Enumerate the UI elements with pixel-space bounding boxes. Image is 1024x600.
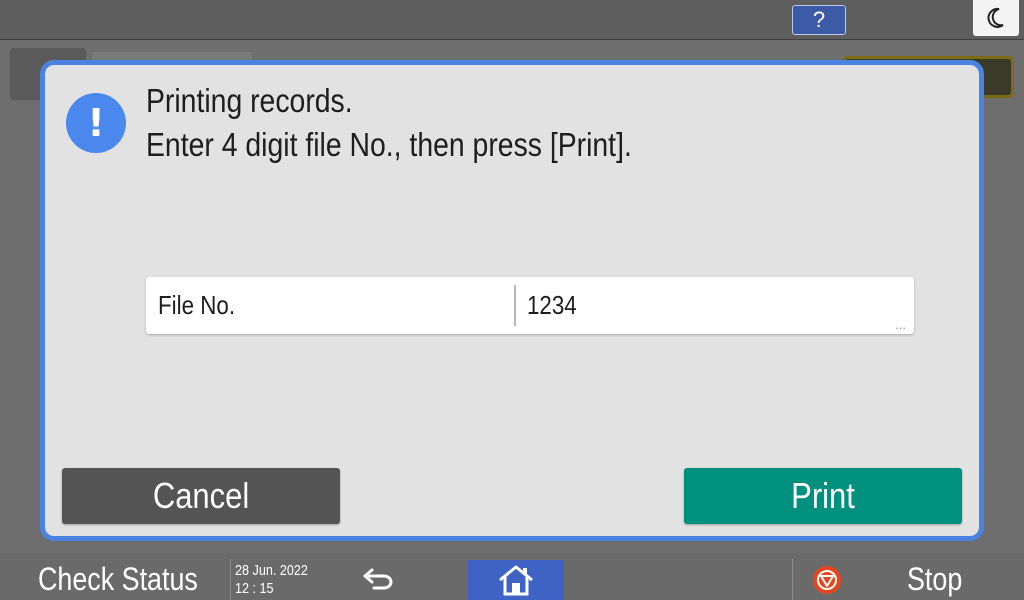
stop-icon[interactable] [812,565,842,595]
print-button[interactable]: Print [684,468,962,524]
more-icon: ... [895,317,906,332]
home-button[interactable] [468,560,564,600]
divider [792,559,793,600]
print-label: Print [791,475,855,516]
date-display: 28 Jun. 2022 [235,562,308,579]
stop-button[interactable]: Stop [907,553,962,600]
help-label: ? [812,7,826,32]
bottom-bar: Check Status 28 Jun. 2022 12 : 15 Stop [0,553,1024,600]
cancel-label: Cancel [152,475,250,516]
help-button[interactable]: ? [792,5,846,35]
message-line-2: Enter 4 digit file No., then press [Prin… [146,126,632,163]
exclamation-icon: ! [66,93,126,153]
return-arrow-icon[interactable] [362,566,398,590]
dialog-message: Printing records. Enter 4 digit file No.… [146,79,632,167]
file-number-field[interactable]: File No. 1234 ... [146,277,914,334]
cancel-button[interactable]: Cancel [62,468,340,524]
divider [230,559,231,600]
print-records-dialog: ! Printing records. Enter 4 digit file N… [40,60,984,541]
moon-icon [987,7,1004,28]
message-line-1: Printing records. [146,82,353,119]
file-number-label: File No. [158,290,236,320]
top-status-bar: ? [0,0,1024,40]
time-display: 12 : 15 [235,580,274,597]
file-number-value[interactable]: 1234 [527,277,577,334]
night-mode-button[interactable] [973,0,1019,36]
field-divider [514,285,516,326]
home-icon [499,565,533,596]
check-status-button[interactable]: Check Status [38,553,198,600]
